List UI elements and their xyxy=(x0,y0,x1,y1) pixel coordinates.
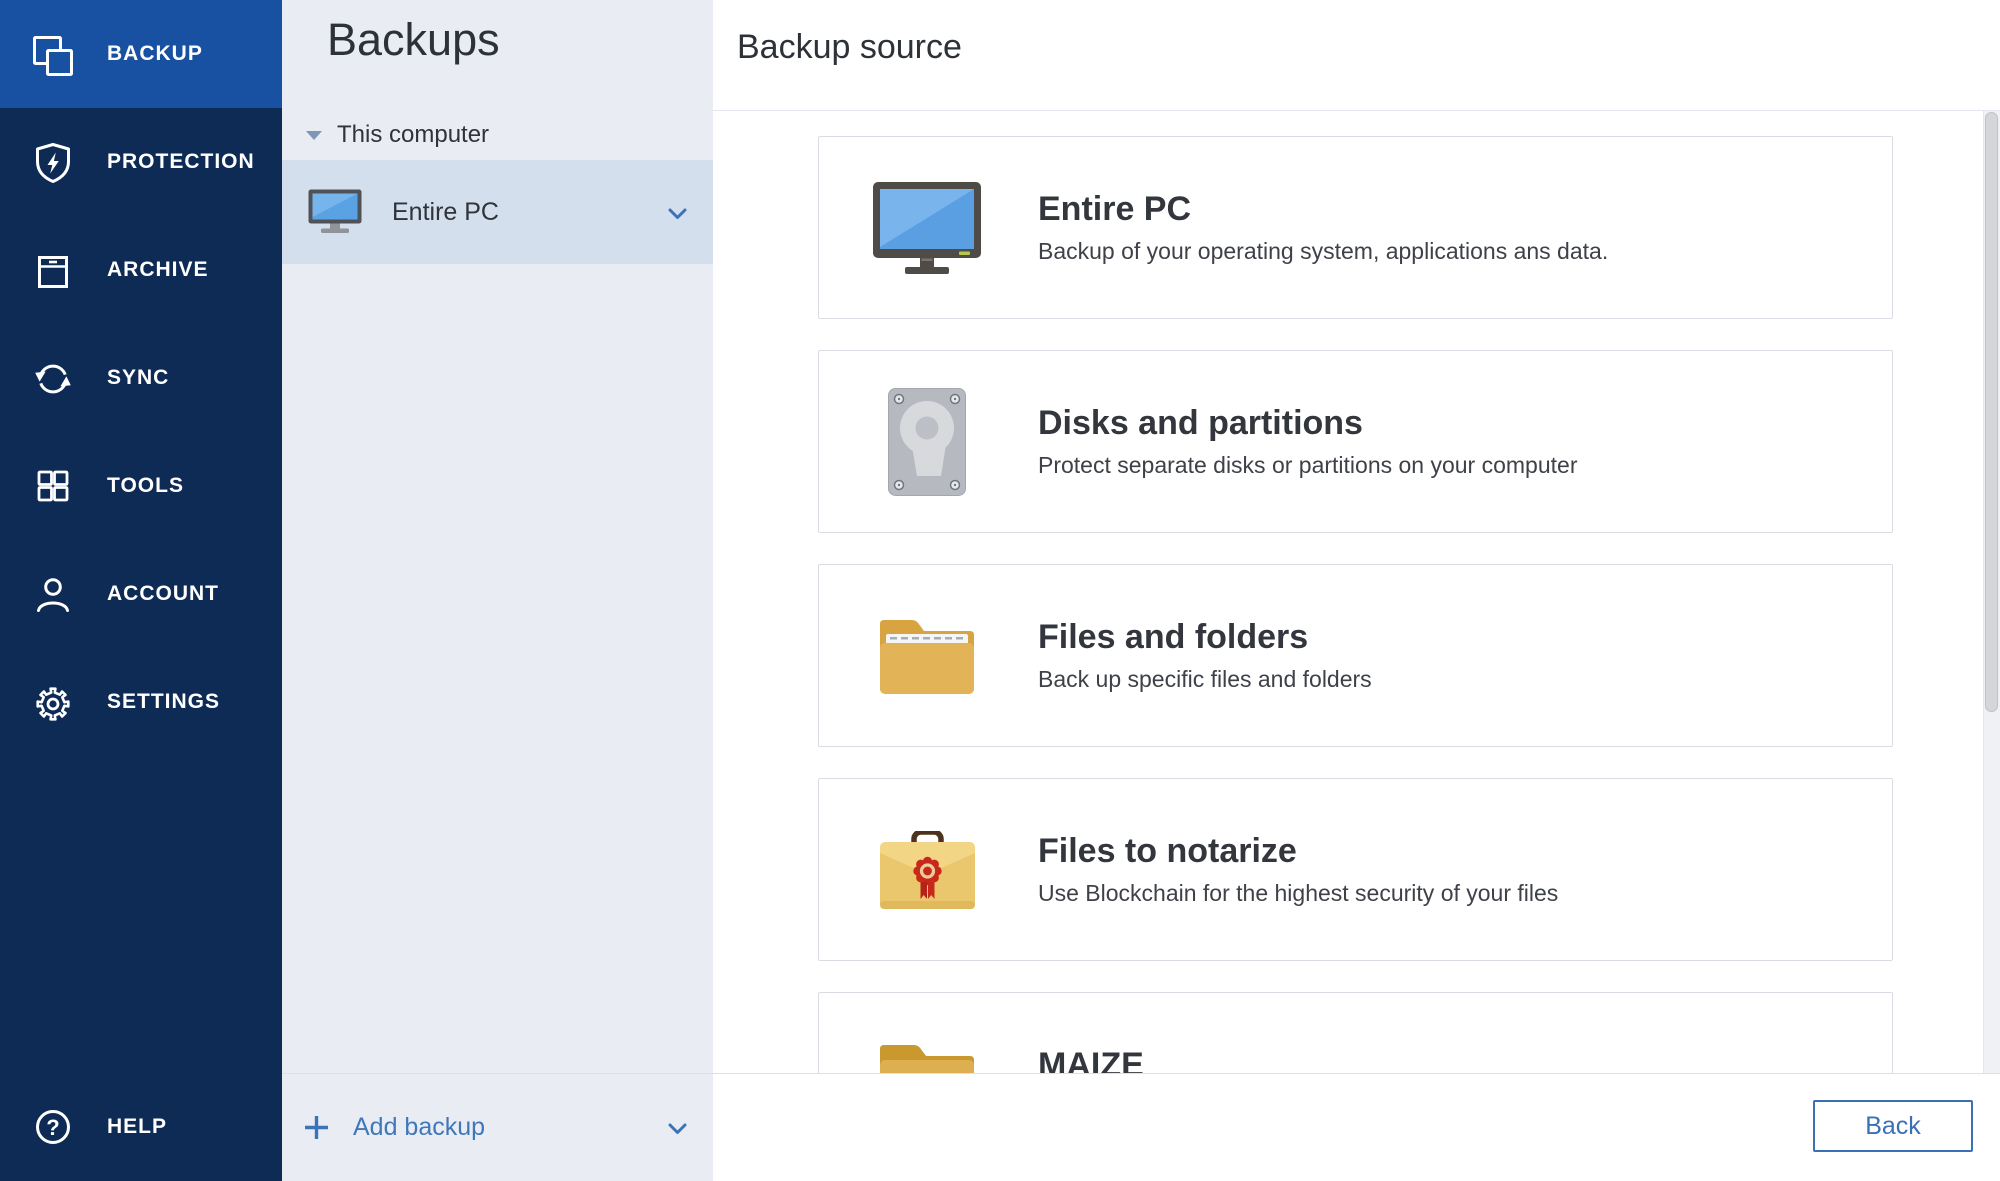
archive-box-icon xyxy=(31,248,75,292)
card-title: Files to notarize xyxy=(1038,831,1558,872)
sidebar-item-label: ARCHIVE xyxy=(107,258,209,282)
computer-icon xyxy=(308,189,362,235)
sidebar-item-tools[interactable]: TOOLS xyxy=(0,432,282,540)
sidebar-item-protection[interactable]: PROTECTION xyxy=(0,108,282,216)
chevron-down-icon[interactable] xyxy=(668,1122,687,1134)
add-backup-label: Add backup xyxy=(353,1113,485,1142)
folder-files-icon xyxy=(872,618,982,694)
hard-drive-icon xyxy=(872,388,982,496)
sidebar-item-label: SETTINGS xyxy=(107,690,220,714)
sidebar-item-label: HELP xyxy=(107,1115,167,1139)
gear-icon xyxy=(31,680,75,724)
person-icon xyxy=(31,572,75,616)
computer-group-row[interactable]: This computer xyxy=(282,116,713,154)
sidebar-item-account[interactable]: ACCOUNT xyxy=(0,540,282,648)
card-title: MAIZE xyxy=(1038,1045,1144,1074)
backup-name-label: Entire PC xyxy=(392,198,499,227)
backups-panel: Backups This computer Entire PC xyxy=(282,0,713,1181)
card-subtitle: Use Blockchain for the highest security … xyxy=(1038,880,1558,908)
card-title: Files and folders xyxy=(1038,617,1372,658)
card-files-and-folders[interactable]: Files and folders Back up specific files… xyxy=(818,564,1893,747)
bottom-bar: Back xyxy=(713,1073,2000,1181)
vertical-scrollbar[interactable] xyxy=(1983,111,2000,1074)
page-title: Backup source xyxy=(737,28,962,67)
grid-squares-icon xyxy=(31,464,75,508)
card-disks-and-partitions[interactable]: Disks and partitions Protect separate di… xyxy=(818,350,1893,533)
backup-icon xyxy=(31,32,75,76)
panel-title: Backups xyxy=(327,14,500,66)
sync-arrows-icon xyxy=(31,356,75,400)
card-title: Entire PC xyxy=(1038,189,1608,230)
card-subtitle: Backup of your operating system, applica… xyxy=(1038,238,1608,266)
computer-group-label: This computer xyxy=(337,121,489,149)
sidebar-item-label: PROTECTION xyxy=(107,150,255,174)
main-header: Backup source xyxy=(713,0,2000,111)
sidebar-item-label: SYNC xyxy=(107,366,169,390)
notarize-briefcase-icon xyxy=(872,831,982,909)
sidebar-item-backup[interactable]: BACKUP xyxy=(0,0,282,108)
add-backup-button[interactable]: Add backup xyxy=(282,1074,713,1181)
shield-icon xyxy=(31,140,75,184)
back-button[interactable]: Back xyxy=(1813,1100,1973,1152)
backup-item-entire-pc[interactable]: Entire PC xyxy=(282,160,713,264)
card-entire-pc[interactable]: Entire PC Backup of your operating syste… xyxy=(818,136,1893,319)
card-title: Disks and partitions xyxy=(1038,403,1577,444)
sidebar-item-help[interactable]: ? HELP xyxy=(0,1073,282,1181)
card-subtitle: Protect separate disks or partitions on … xyxy=(1038,452,1577,480)
scrollbar-thumb[interactable] xyxy=(1985,112,1998,712)
sidebar-item-settings[interactable]: SETTINGS xyxy=(0,648,282,756)
app-window: BACKUP PROTECTION ARCHIVE xyxy=(0,0,2000,1181)
sidebar-item-label: ACCOUNT xyxy=(107,582,219,606)
backup-source-list: Entire PC Backup of your operating syste… xyxy=(713,111,2000,1074)
sidebar-item-archive[interactable]: ARCHIVE xyxy=(0,216,282,324)
sidebar-item-sync[interactable]: SYNC xyxy=(0,324,282,432)
card-subtitle: Back up specific files and folders xyxy=(1038,666,1372,694)
sidebar-item-label: TOOLS xyxy=(107,474,184,498)
svg-text:?: ? xyxy=(46,1115,59,1140)
chevron-down-icon[interactable] xyxy=(668,207,687,219)
folder-icon xyxy=(872,1041,982,1075)
plus-icon xyxy=(303,1114,330,1141)
panel-footer: Add backup xyxy=(282,1073,713,1181)
help-question-icon: ? xyxy=(31,1105,75,1149)
card-maize[interactable]: MAIZE xyxy=(818,992,1893,1074)
card-files-to-notarize[interactable]: Files to notarize Use Blockchain for the… xyxy=(818,778,1893,961)
monitor-icon xyxy=(872,182,982,274)
main-area: Backup source Entire PC xyxy=(713,0,2000,1181)
collapse-triangle-icon xyxy=(306,131,322,140)
sidebar-item-label: BACKUP xyxy=(107,42,203,66)
sidebar: BACKUP PROTECTION ARCHIVE xyxy=(0,0,282,1181)
